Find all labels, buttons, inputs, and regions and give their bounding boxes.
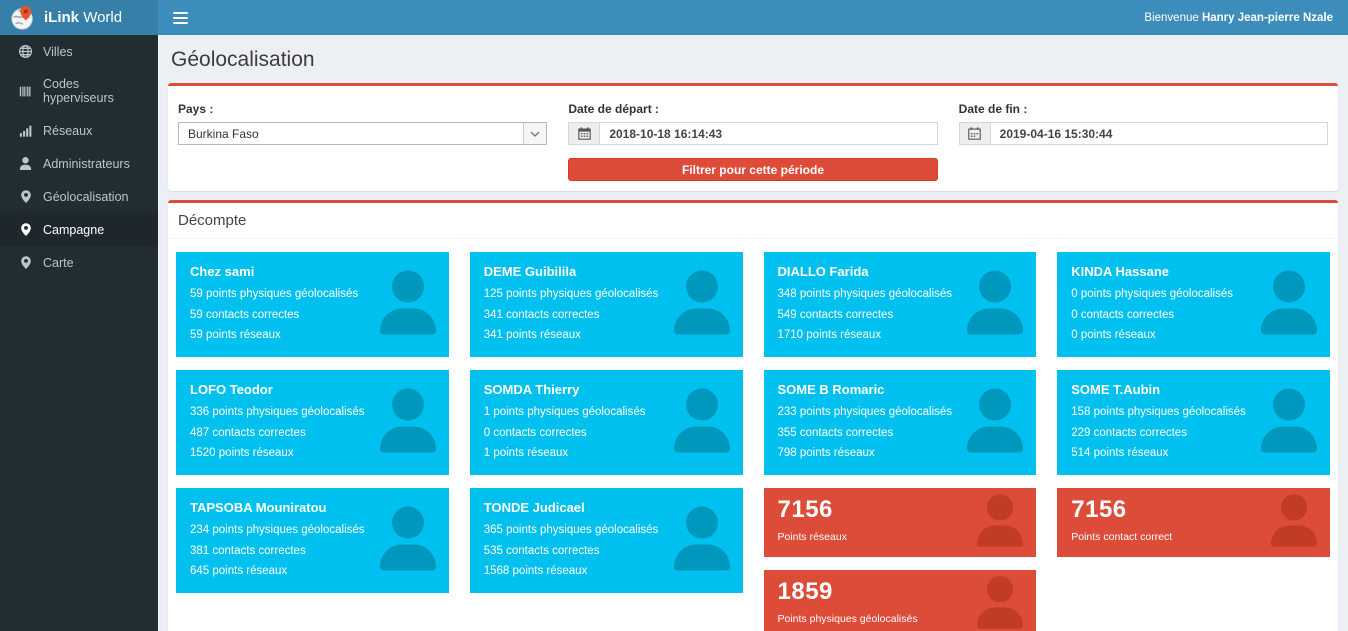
country-select-value: Burkina Faso bbox=[179, 127, 523, 141]
filters-panel: Pays : Burkina Faso Date de départ : bbox=[168, 83, 1338, 191]
country-filter: Pays : Burkina Faso bbox=[178, 96, 547, 181]
top-navbar: Bienvenue Hanry Jean-pierre Nzale bbox=[158, 0, 1348, 35]
map-marker-icon bbox=[17, 255, 34, 270]
agent-card: Chez sami 59 points physiques géolocalis… bbox=[176, 252, 449, 357]
signal-bars-icon bbox=[17, 123, 34, 138]
person-silhouette-icon bbox=[674, 388, 730, 457]
barcode-icon bbox=[17, 84, 34, 99]
start-date-input[interactable] bbox=[599, 122, 937, 145]
sidebar-item-geolocalisation[interactable]: Géolocalisation bbox=[0, 180, 158, 213]
main-content: Géolocalisation Pays : Burkina Faso bbox=[158, 35, 1348, 631]
sidebar-item-reseaux[interactable]: Réseaux bbox=[0, 114, 158, 147]
sidebar-item-villes[interactable]: Villes bbox=[0, 35, 158, 68]
sidebar-item-codes-hyperviseurs[interactable]: Codes hyperviseurs bbox=[0, 68, 158, 114]
welcome-message: Bienvenue Hanry Jean-pierre Nzale bbox=[1144, 12, 1333, 24]
person-silhouette-icon bbox=[380, 506, 436, 575]
sidebar-item-label: Administrateurs bbox=[43, 157, 130, 171]
agent-card: SOME T.Aubin 158 points physiques géoloc… bbox=[1057, 370, 1330, 475]
country-label: Pays : bbox=[178, 102, 547, 116]
agent-card: SOMDA Thierry 1 points physiques géoloca… bbox=[470, 370, 743, 475]
sidebar-item-label: Carte bbox=[43, 256, 74, 270]
calendar-icon bbox=[959, 122, 990, 145]
total-card-points-physiques: 1859 Points physiques géolocalisés bbox=[764, 570, 1037, 631]
person-silhouette-icon bbox=[674, 270, 730, 339]
ilink-globe-logo-icon bbox=[10, 5, 36, 31]
start-date-filter: Date de départ : bbox=[568, 96, 937, 181]
welcome-user-name: Hanry Jean-pierre Nzale bbox=[1202, 12, 1333, 24]
end-date-label: Date de fin : bbox=[959, 102, 1328, 116]
total-card-points-contact: 7156 Points contact correct bbox=[1057, 488, 1330, 557]
sidebar-item-administrateurs[interactable]: Administrateurs bbox=[0, 147, 158, 180]
brand-title-light: World bbox=[83, 9, 122, 26]
agent-card: TAPSOBA Mouniratou 234 points physiques … bbox=[176, 488, 449, 593]
user-icon bbox=[17, 156, 34, 171]
globe-icon bbox=[17, 44, 34, 59]
person-silhouette-icon bbox=[977, 494, 1023, 552]
end-date-input[interactable] bbox=[990, 122, 1328, 145]
sidebar: iLink World Villes Codes hyperviseurs bbox=[0, 0, 158, 631]
person-silhouette-icon bbox=[674, 506, 730, 575]
country-select[interactable]: Burkina Faso bbox=[178, 122, 547, 145]
sidebar-item-label: Villes bbox=[43, 45, 73, 59]
decompte-title: Décompte bbox=[168, 203, 1338, 239]
person-silhouette-icon bbox=[380, 388, 436, 457]
agent-card: LOFO Teodor 336 points physiques géoloca… bbox=[176, 370, 449, 475]
sidebar-item-carte[interactable]: Carte bbox=[0, 246, 158, 279]
sidebar-item-campagne[interactable]: Campagne bbox=[0, 213, 158, 246]
person-silhouette-icon bbox=[977, 576, 1023, 631]
person-silhouette-icon bbox=[967, 270, 1023, 339]
calendar-icon bbox=[568, 122, 599, 145]
welcome-prefix: Bienvenue bbox=[1144, 12, 1202, 24]
agent-card: DEME Guibilila 125 points physiques géol… bbox=[470, 252, 743, 357]
brand-title-bold: iLink bbox=[44, 9, 79, 26]
sidebar-toggle-hamburger-icon[interactable] bbox=[173, 0, 203, 35]
app-window: iLink World Villes Codes hyperviseurs bbox=[0, 0, 1348, 631]
sidebar-item-label: Géolocalisation bbox=[43, 190, 128, 204]
agent-card: TONDE Judicael 365 points physiques géol… bbox=[470, 488, 743, 593]
decompte-panel: Décompte Chez sami 59 points physiques g… bbox=[168, 200, 1338, 631]
brand-logo[interactable]: iLink World bbox=[0, 0, 158, 35]
start-date-label: Date de départ : bbox=[568, 102, 937, 116]
cards-grid: Chez sami 59 points physiques géolocalis… bbox=[168, 239, 1338, 631]
sidebar-menu: Villes Codes hyperviseurs Réseaux bbox=[0, 35, 158, 279]
person-silhouette-icon bbox=[967, 388, 1023, 457]
agent-card: KINDA Hassane 0 points physiques géoloca… bbox=[1057, 252, 1330, 357]
end-date-filter: Date de fin : bbox=[959, 96, 1328, 181]
person-silhouette-icon bbox=[380, 270, 436, 339]
page-title: Géolocalisation bbox=[171, 48, 1338, 72]
sidebar-item-label: Réseaux bbox=[43, 124, 92, 138]
sidebar-item-label: Campagne bbox=[43, 223, 104, 237]
map-marker-icon bbox=[17, 222, 34, 237]
map-marker-icon bbox=[17, 189, 34, 204]
brand-title: iLink World bbox=[44, 9, 122, 26]
chevron-down-icon bbox=[523, 123, 546, 144]
filter-period-button[interactable]: Filtrer pour cette période bbox=[568, 158, 937, 181]
person-silhouette-icon bbox=[1261, 388, 1317, 457]
person-silhouette-icon bbox=[1261, 270, 1317, 339]
agent-card: DIALLO Farida 348 points physiques géolo… bbox=[764, 252, 1037, 357]
agent-card: SOME B Romaric 233 points physiques géol… bbox=[764, 370, 1037, 475]
sidebar-item-label: Codes hyperviseurs bbox=[43, 77, 153, 105]
total-card-points-reseaux: 7156 Points réseaux bbox=[764, 488, 1037, 557]
person-silhouette-icon bbox=[1271, 494, 1317, 552]
